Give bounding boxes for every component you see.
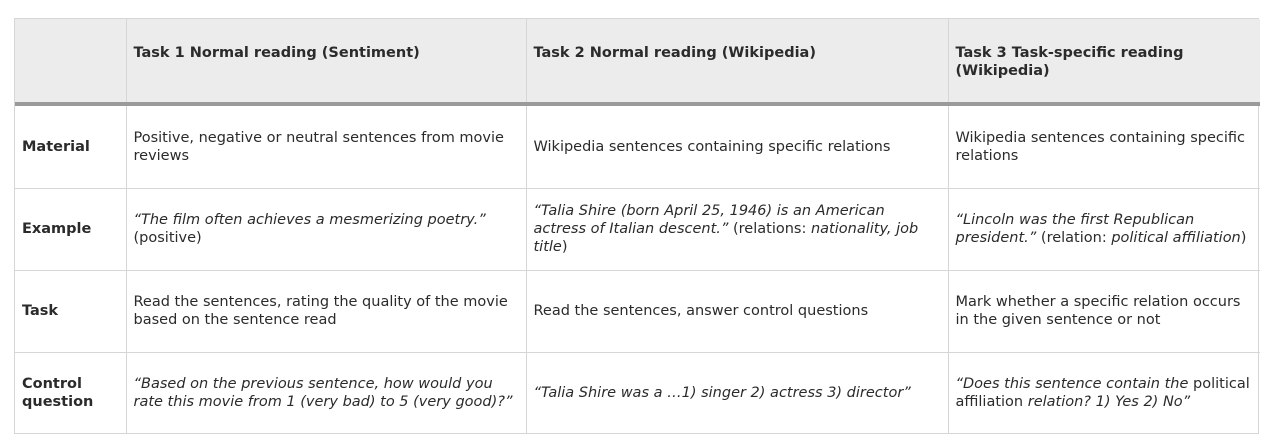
header-task3: Task 3 Task-specific reading (Wikipedia): [948, 19, 1260, 106]
example-task2-post: ): [561, 239, 568, 255]
header-corner-cell: [15, 19, 127, 106]
example-task1: “The film often achieves a mesmerizing p…: [126, 188, 527, 271]
table-row-material: Material Positive, negative or neutral s…: [15, 104, 1260, 189]
example-task2-pre: (relations:: [728, 221, 811, 237]
example-task1-label: (positive): [133, 230, 202, 246]
table-row-example: Example “The film often achieves a mesme…: [15, 188, 1260, 271]
row-label-task: Task: [15, 270, 127, 353]
row-label-material: Material: [15, 104, 127, 189]
example-task3-relation: political affiliation: [1111, 230, 1241, 246]
table-header-row: Task 1 Normal reading (Sentiment) Task 2…: [15, 19, 1260, 106]
example-task2: “Talia Shire (born April 25, 1946) is an…: [526, 188, 949, 271]
example-task3-post: ): [1240, 230, 1247, 246]
table-row-control-question: Control question “Based on the previous …: [15, 352, 1260, 434]
control-question-task3-c: relation? 1) Yes 2) No”: [1023, 394, 1191, 411]
example-task3: “Lincoln was the first Republican presid…: [948, 188, 1260, 271]
task-task2: Read the sentences, answer control quest…: [526, 270, 949, 353]
reading-tasks-table-container: Task 1 Normal reading (Sentiment) Task 2…: [14, 18, 1260, 434]
material-task1: Positive, negative or neutral sentences …: [126, 104, 527, 189]
control-question-task3: “Does this sentence contain the politica…: [948, 352, 1260, 434]
reading-tasks-table: Task 1 Normal reading (Sentiment) Task 2…: [15, 19, 1260, 434]
task-task1: Read the sentences, rating the quality o…: [126, 270, 527, 353]
row-label-example: Example: [15, 188, 127, 271]
table-row-task: Task Read the sentences, rating the qual…: [15, 270, 1260, 353]
material-task2: Wikipedia sentences containing specific …: [526, 104, 949, 189]
material-task3: Wikipedia sentences containing specific …: [948, 104, 1260, 189]
control-question-task1: “Based on the previous sentence, how wou…: [126, 352, 527, 434]
task-task3: Mark whether a specific relation occurs …: [948, 270, 1260, 353]
example-task3-pre: (relation:: [1036, 230, 1112, 246]
control-question-task2: “Talia Shire was a …1) singer 2) actress…: [526, 352, 949, 434]
example-task1-quote: “The film often achieves a mesmerizing p…: [133, 212, 486, 228]
header-task2: Task 2 Normal reading (Wikipedia): [526, 19, 949, 106]
header-task1: Task 1 Normal reading (Sentiment): [126, 19, 527, 106]
row-label-control-question: Control question: [15, 352, 127, 434]
control-question-task3-a: “Does this sentence contain the: [955, 376, 1194, 393]
